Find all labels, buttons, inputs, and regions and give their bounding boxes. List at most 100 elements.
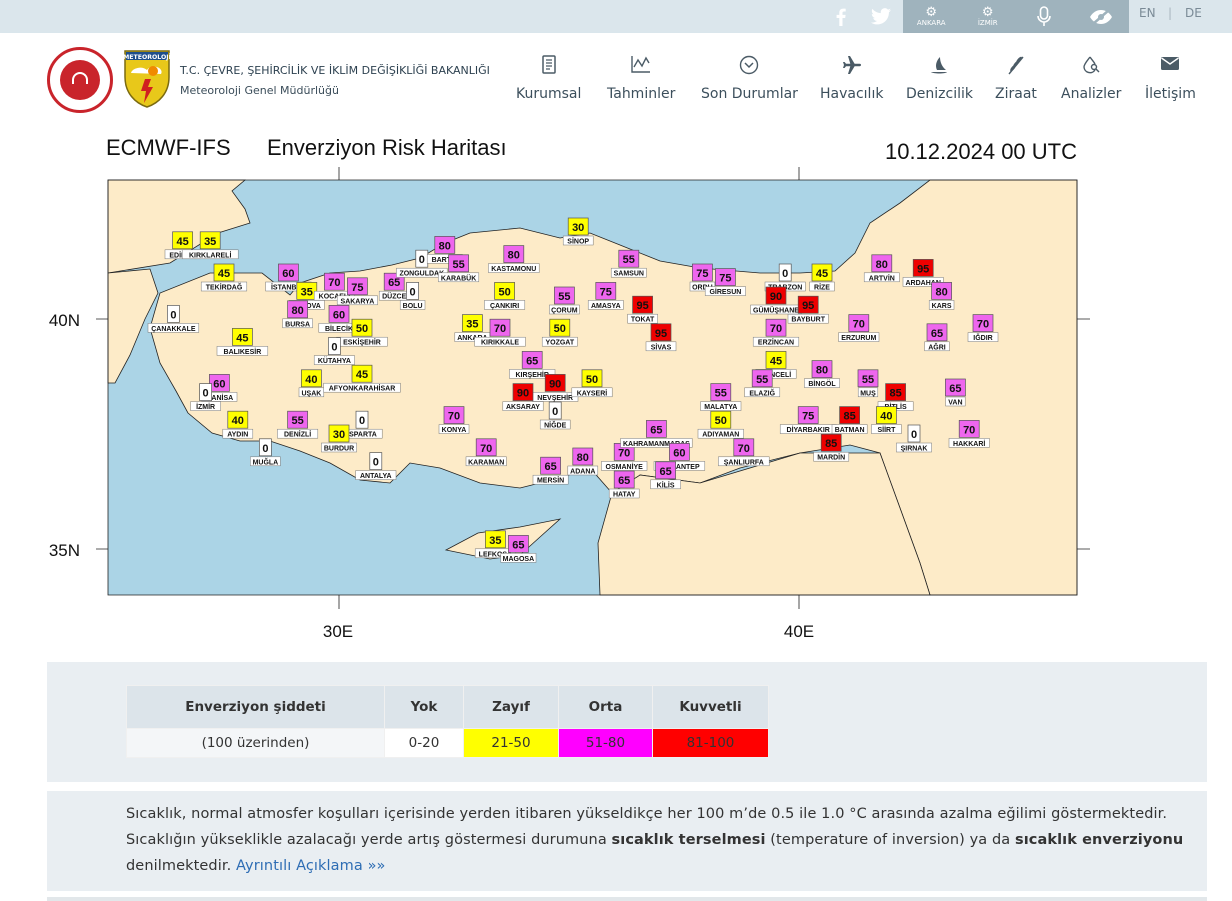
description-panel: Sıcaklık, normal atmosfer koşulları içer… xyxy=(47,791,1207,891)
low-vision-icon xyxy=(1089,8,1112,25)
lon-label-30e: 30E xyxy=(323,622,353,641)
ministry-logo[interactable] xyxy=(47,47,113,113)
nav-analizler[interactable]: Analizler xyxy=(1061,55,1121,102)
station-name: AĞRI xyxy=(928,342,946,351)
station-marker: 55 MUŞ xyxy=(857,369,879,397)
station-value: 70 xyxy=(328,277,340,289)
legend-range-orta: 51-80 xyxy=(558,728,653,758)
station-marker: 45 RİZE xyxy=(809,263,835,292)
station-name: YOZGAT xyxy=(545,340,574,347)
station-value: 75 xyxy=(696,268,708,280)
station-name: AKSARAY xyxy=(506,404,540,411)
accessibility-button[interactable] xyxy=(1073,0,1130,33)
station-name: KIRIKKALE xyxy=(481,340,519,347)
station-name: KASTAMONU xyxy=(491,266,536,273)
station-value: 60 xyxy=(282,268,294,280)
weather-station-icon: ⚙ xyxy=(981,5,994,20)
nav-kurumsal[interactable]: Kurumsal xyxy=(516,55,581,102)
station-name: ERZURUM xyxy=(841,335,876,342)
station-name: MALATYA xyxy=(704,404,737,411)
station-value: 70 xyxy=(738,443,750,455)
station-value: 60 xyxy=(213,378,225,390)
station-value: 65 xyxy=(388,277,400,289)
station-name: BİLECİK xyxy=(325,325,353,333)
station-name: MARDİN xyxy=(817,454,845,462)
lang-en-link[interactable]: EN xyxy=(1139,6,1156,20)
twitter-icon[interactable] xyxy=(866,0,896,33)
station-name: ÇORUM xyxy=(551,308,578,315)
nav-son-durumlar[interactable]: Son Durumlar xyxy=(701,55,798,102)
station-value: 80 xyxy=(577,452,589,464)
lang-de-link[interactable]: DE xyxy=(1185,6,1202,20)
station-name: ADANA xyxy=(570,469,595,476)
legend-panel: Enverziyon şiddeti Yok Zayıf Orta Kuvvet… xyxy=(47,662,1207,782)
station-value: 55 xyxy=(862,374,874,386)
station-name: BOLU xyxy=(403,303,423,310)
nav-havacilik[interactable]: Havacılık xyxy=(820,55,883,102)
station-name: SAMSUN xyxy=(614,271,644,278)
facebook-icon[interactable] xyxy=(826,0,856,33)
station-value: 85 xyxy=(889,388,901,400)
station-name: ARTVİN xyxy=(869,274,895,282)
microphone-icon xyxy=(1037,5,1052,26)
nav-tahminler[interactable]: Tahminler xyxy=(607,55,675,102)
lat-label-40n: 40N xyxy=(49,311,80,330)
station-value: 55 xyxy=(623,254,635,266)
station-value: 75 xyxy=(719,273,731,285)
station-value: 55 xyxy=(558,291,570,303)
station-name: AYDIN xyxy=(227,432,248,439)
station-value: 45 xyxy=(176,236,188,248)
station-name: SİVAS xyxy=(651,343,672,351)
station-value: 85 xyxy=(825,438,837,450)
voice-button[interactable] xyxy=(1016,0,1073,33)
station-value: 40 xyxy=(880,411,892,423)
station-value: 70 xyxy=(480,443,492,455)
station-name: KARAMAN xyxy=(468,459,504,466)
nav-denizcilik[interactable]: Denizcilik xyxy=(906,55,973,102)
nav-ziraat[interactable]: Ziraat xyxy=(995,55,1037,102)
station-value: 50 xyxy=(356,323,368,335)
station-name: BAYBURT xyxy=(791,317,825,324)
station-name: ISPARTA xyxy=(347,432,377,439)
station-value: 80 xyxy=(816,365,828,377)
station-value: 35 xyxy=(489,535,501,547)
station-value: 90 xyxy=(549,378,561,390)
station-name: BATMAN xyxy=(835,427,865,434)
station-name: GİRESUN xyxy=(709,288,741,296)
station-value: 80 xyxy=(935,286,947,298)
station-name: ERZİNCAN xyxy=(758,339,794,347)
station-value: 50 xyxy=(586,374,598,386)
station-name: ZONGULDAK xyxy=(399,271,444,278)
station-value: 65 xyxy=(544,461,556,473)
station-name: SİİRT xyxy=(877,426,896,434)
station-name: MUŞ xyxy=(860,390,876,397)
station-name: SİNOP xyxy=(567,238,589,246)
station-name: ÇANAKKALE xyxy=(151,326,196,333)
wheat-icon xyxy=(1006,55,1026,77)
station-name: BALIKESİR xyxy=(224,348,262,356)
mgm-logo[interactable]: METEOROLOJİ xyxy=(123,49,171,109)
station-value: 70 xyxy=(494,323,506,335)
ankara-station-link[interactable]: ⚙ ANKARA xyxy=(903,0,960,33)
station-value: 40 xyxy=(305,374,317,386)
details-link[interactable]: Ayrıntılı Açıklama »» xyxy=(236,858,386,874)
station-value: 75 xyxy=(351,282,363,294)
station-name: ŞANLIURFA xyxy=(724,459,764,466)
nav-iletisim[interactable]: İletişim xyxy=(1145,55,1196,102)
station-value: 95 xyxy=(917,263,929,275)
station-value: 85 xyxy=(843,411,855,423)
station-name: KIRŞEHİR xyxy=(515,371,548,379)
lang-separator: | xyxy=(1168,6,1173,20)
station-value: 65 xyxy=(618,475,630,487)
station-value: 95 xyxy=(636,300,648,312)
station-value: 45 xyxy=(236,332,248,344)
izmir-station-link[interactable]: ⚙ İZMİR xyxy=(960,0,1017,33)
station-value: 50 xyxy=(715,415,727,427)
station-value: 80 xyxy=(439,240,451,252)
station-marker: 65 VAN xyxy=(945,378,966,407)
station-value: 55 xyxy=(291,415,303,427)
legend-class-kuvvetli: Kuvvetli xyxy=(652,685,769,729)
lon-label-40e: 40E xyxy=(784,622,814,641)
station-name: KÜTAHYA xyxy=(318,356,351,365)
station-name: RİZE xyxy=(814,284,830,292)
